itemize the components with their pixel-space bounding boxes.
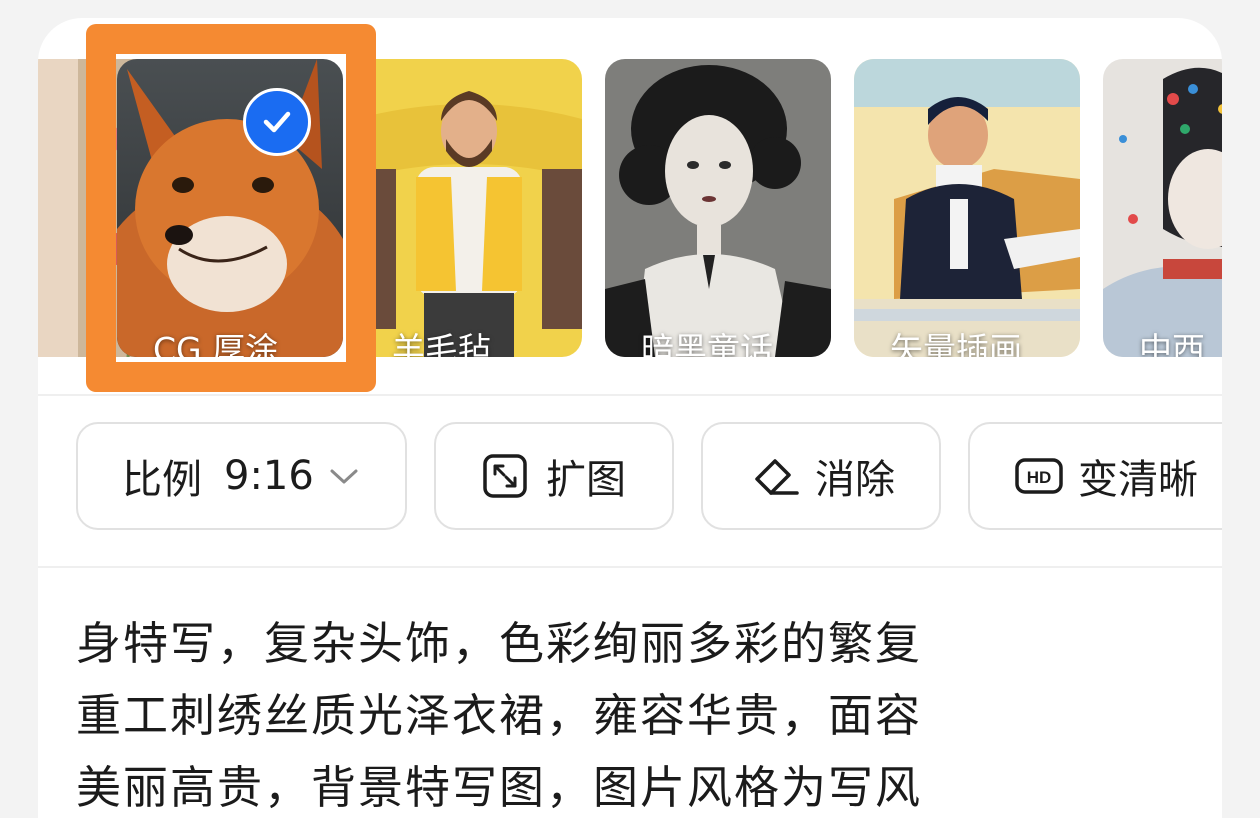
erase-label: 消除 <box>815 457 895 503</box>
check-icon <box>263 111 291 133</box>
ratio-dropdown[interactable]: 比例 9:16 <box>76 422 407 530</box>
style-label: 暗黑童话 <box>641 330 773 357</box>
hd-icon: HD <box>1015 458 1063 494</box>
erase-button[interactable]: 消除 <box>701 422 941 530</box>
style-thumbnail <box>605 59 831 357</box>
enhance-label: 变清晰 <box>1078 457 1198 503</box>
style-label: 矢量插画 <box>890 330 1022 357</box>
svg-text:HD: HD <box>1027 468 1052 487</box>
enhance-button[interactable]: HD 变清晰 <box>968 422 1222 530</box>
style-thumbnail <box>854 59 1080 357</box>
chevron-down-icon <box>330 469 358 484</box>
selected-check-badge <box>243 88 311 156</box>
prompt-line: 身特写，复杂头饰，色彩绚丽多彩的繁复 <box>76 617 923 670</box>
ratio-label: 比例 <box>122 457 202 503</box>
style-panel: CG 厚涂 羊毛毡 暗黑童话 矢量插画 中西 比例 9:16 扩图 消除 HD … <box>38 18 1222 818</box>
style-tile-cg[interactable]: CG 厚涂 <box>117 59 343 357</box>
style-carousel[interactable]: CG 厚涂 羊毛毡 暗黑童话 矢量插画 中西 <box>38 18 1222 394</box>
style-thumbnail <box>356 59 582 357</box>
prompt-text[interactable]: 身特写，复杂头饰，色彩绚丽多彩的繁复 重工刺绣丝质光泽衣裙，雍容华贵，面容 美丽… <box>76 608 922 818</box>
style-tile-vector[interactable]: 矢量插画 <box>854 59 1080 357</box>
eraser-icon <box>755 459 799 495</box>
divider <box>38 394 1222 396</box>
style-label: 中西 <box>1139 330 1205 357</box>
style-tile-dark-fairy[interactable]: 暗黑童话 <box>605 59 831 357</box>
ratio-value: 9:16 <box>224 453 314 499</box>
divider <box>38 566 1222 568</box>
expand-image-button[interactable]: 扩图 <box>434 422 674 530</box>
style-thumbnail <box>117 59 343 357</box>
style-tile-portrait[interactable]: 中西 <box>1103 59 1222 357</box>
style-label: 羊毛毡 <box>392 330 491 357</box>
style-label: CG 厚涂 <box>153 330 279 357</box>
style-tile-felt[interactable]: 羊毛毡 <box>356 59 582 357</box>
expand-label: 扩图 <box>546 457 626 503</box>
prompt-line: 美丽高贵，背景特写图，图片风格为写风 <box>76 761 923 814</box>
style-thumbnail <box>1103 59 1222 357</box>
expand-icon <box>483 454 527 498</box>
prompt-line: 重工刺绣丝质光泽衣裙，雍容华贵，面容 <box>76 689 923 742</box>
